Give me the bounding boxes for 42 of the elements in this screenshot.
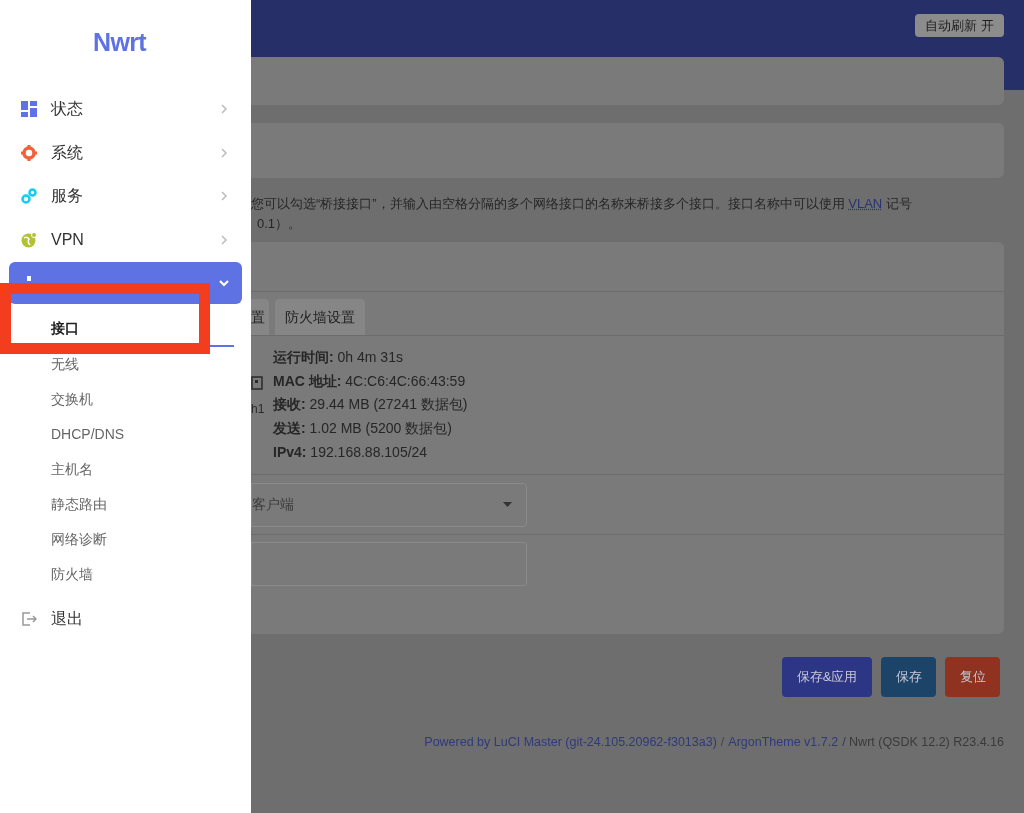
sidebar-item[interactable]: 服务 (9, 175, 242, 217)
logo: Nwrt (92, 27, 148, 58)
status-line: 发送: 1.02 MB (5200 数据包) (273, 419, 453, 439)
tab[interactable]: 防火墙设置 (275, 299, 365, 335)
sidebar-item[interactable]: VPN (9, 218, 242, 261)
chevron-right-icon (219, 234, 229, 245)
gears-icon (21, 188, 37, 204)
sidebar-item[interactable]: 退出 (9, 597, 242, 640)
chevron-right-icon (219, 104, 229, 114)
save-button[interactable]: 保存 (881, 657, 936, 697)
status-line: MAC 地址: 4C:C6:4C:66:43:59 (273, 371, 467, 391)
globe-icon (21, 231, 37, 248)
device-label: h1 (251, 401, 265, 418)
chevron-right-icon (219, 147, 229, 158)
status-line: 接收: 29.44 MB (27241 数据包) (273, 395, 468, 415)
chevron-right-icon (219, 191, 229, 201)
sidebar-item[interactable]: 状态 (9, 88, 242, 130)
submenu-item[interactable]: 网络诊断 (9, 521, 234, 557)
submenu-item[interactable]: 主机名 (9, 451, 234, 487)
sidebar-item[interactable]: 系统 (9, 131, 242, 174)
submenu-item[interactable]: 防火墙 (9, 556, 234, 592)
description-text: 您可以勾选“桥接接口”，并输入由空格分隔的多个网络接口的名称来桥接多个接口。接口名称中可以使用 VLAN 记号 (251, 195, 913, 213)
status-line: IPv4: 192.168.88.105/24 (273, 442, 429, 462)
logout-icon (21, 610, 37, 627)
chevron-down-icon (219, 278, 229, 288)
submenu-item[interactable]: 静态路由 (9, 486, 234, 522)
reset-button[interactable]: 复位 (945, 657, 1000, 697)
submenu-item[interactable]: 交换机 (9, 381, 234, 417)
description-text: 0.1）。 (256, 215, 303, 233)
status-line: 运行时间: 0h 4m 31s (273, 348, 404, 367)
tab[interactable]: 置 (251, 299, 269, 335)
apply-button[interactable]: 保存&应用 (782, 657, 872, 697)
caret-icon (503, 502, 512, 507)
port-icon (251, 376, 263, 390)
submenu-item[interactable]: DHCP/DNS (9, 416, 234, 452)
auto-refresh-button[interactable]: 自动刷新 开 (915, 14, 1004, 37)
gear-icon (21, 144, 37, 161)
separator-text: / (720, 734, 725, 751)
submenu-item[interactable]: 接口 (9, 311, 234, 347)
input-field[interactable] (251, 542, 527, 586)
dashboard-icon (21, 101, 37, 117)
submenu-item[interactable]: 无线 (9, 346, 234, 382)
